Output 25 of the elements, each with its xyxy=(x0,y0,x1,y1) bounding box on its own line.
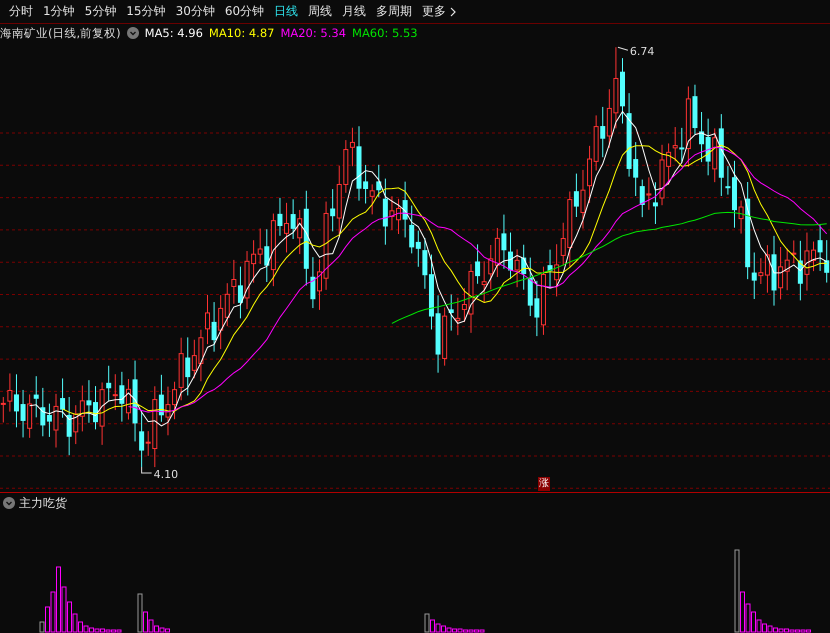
chevron-icon xyxy=(450,6,456,16)
period-tab[interactable]: 30分钟 xyxy=(170,3,220,20)
period-tab[interactable]: 日线 xyxy=(269,3,304,20)
period-tab[interactable]: 多周期 xyxy=(371,3,418,20)
period-tab[interactable]: 月线 xyxy=(337,3,372,20)
rise-badge: 涨 xyxy=(538,477,550,491)
moving-average-value: MA20: 5.34 xyxy=(280,26,346,40)
period-tab[interactable]: 1分钟 xyxy=(38,3,80,20)
moving-average-value: MA60: 5.53 xyxy=(352,26,418,40)
period-tab[interactable]: 分时 xyxy=(4,3,38,20)
dropdown-icon[interactable] xyxy=(3,497,15,509)
leader-line xyxy=(141,466,152,474)
high-price-label: 6.74 xyxy=(630,45,654,58)
moving-average-value: MA10: 4.87 xyxy=(208,26,274,40)
dropdown-icon[interactable] xyxy=(126,27,139,39)
leader-line xyxy=(617,46,628,51)
period-tab[interactable]: 周线 xyxy=(303,3,338,20)
period-tab[interactable]: 5分钟 xyxy=(80,3,122,20)
more-tab[interactable]: 更多 xyxy=(417,3,462,20)
indicator-title: 主力吃货 xyxy=(19,494,67,512)
period-tab[interactable]: 15分钟 xyxy=(121,3,171,20)
moving-average-value: MA5: 4.96 xyxy=(144,26,203,40)
low-price-label: 4.10 xyxy=(154,468,178,481)
period-tab[interactable]: 60分钟 xyxy=(220,3,270,20)
stock-title: 海南矿业(日线,前复权) xyxy=(0,26,121,40)
